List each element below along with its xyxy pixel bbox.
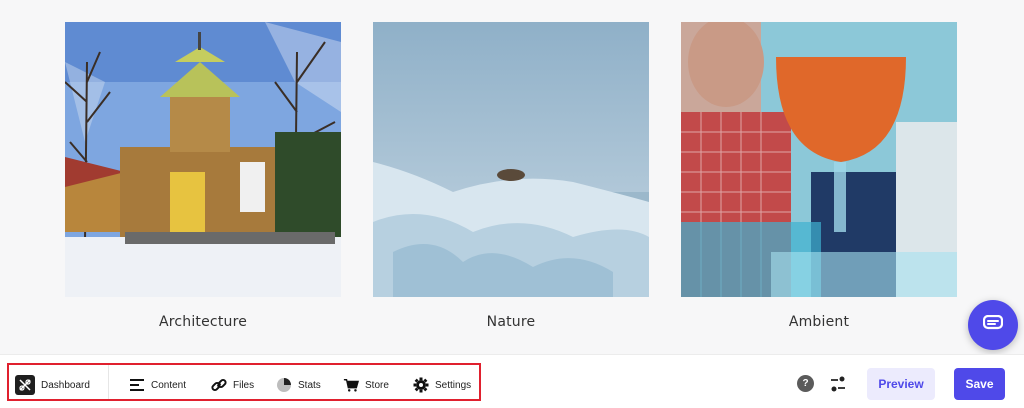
architecture-image bbox=[65, 22, 341, 297]
nav-files[interactable]: Files bbox=[211, 375, 254, 395]
ambient-image bbox=[681, 22, 957, 297]
nav-label: Stats bbox=[298, 379, 321, 391]
pie-chart-icon bbox=[276, 377, 292, 393]
nav-settings[interactable]: Settings bbox=[413, 375, 471, 395]
cart-icon bbox=[343, 377, 359, 393]
chat-button[interactable] bbox=[968, 300, 1018, 350]
swap-icon[interactable] bbox=[829, 375, 847, 393]
help-icon[interactable]: ? bbox=[797, 375, 814, 392]
gallery: Architecture Nature Ambient bbox=[0, 0, 1024, 354]
bottom-toolbar: Dashboard Content Files Stats Store Sett… bbox=[0, 354, 1024, 408]
nav-label: Content bbox=[151, 379, 187, 391]
nav-dashboard[interactable]: Dashboard bbox=[15, 375, 90, 395]
gallery-caption: Nature bbox=[486, 314, 536, 330]
save-button[interactable]: Save bbox=[954, 368, 1005, 400]
gear-icon bbox=[413, 377, 429, 393]
link-icon bbox=[211, 377, 227, 393]
nav-label: Settings bbox=[435, 379, 472, 391]
gallery-caption: Ambient bbox=[788, 314, 850, 330]
gallery-caption: Architecture bbox=[158, 314, 248, 330]
nav-label: Store bbox=[365, 379, 389, 391]
logo-icon bbox=[15, 375, 35, 395]
nav-label: Files bbox=[233, 379, 255, 391]
nav-store[interactable]: Store bbox=[343, 375, 389, 395]
gallery-item-ambient[interactable]: Ambient bbox=[681, 22, 957, 330]
preview-button[interactable]: Preview bbox=[867, 368, 935, 400]
chat-bubble-icon bbox=[982, 314, 1004, 336]
nav-label: Dashboard bbox=[41, 379, 90, 391]
nav-content[interactable]: Content bbox=[129, 375, 186, 395]
content-lines-icon bbox=[129, 377, 145, 393]
nav-stats[interactable]: Stats bbox=[276, 375, 321, 395]
gallery-item-architecture[interactable]: Architecture bbox=[65, 22, 341, 330]
nature-image bbox=[373, 22, 649, 297]
nav-divider bbox=[108, 365, 109, 399]
gallery-item-nature[interactable]: Nature bbox=[373, 22, 649, 330]
